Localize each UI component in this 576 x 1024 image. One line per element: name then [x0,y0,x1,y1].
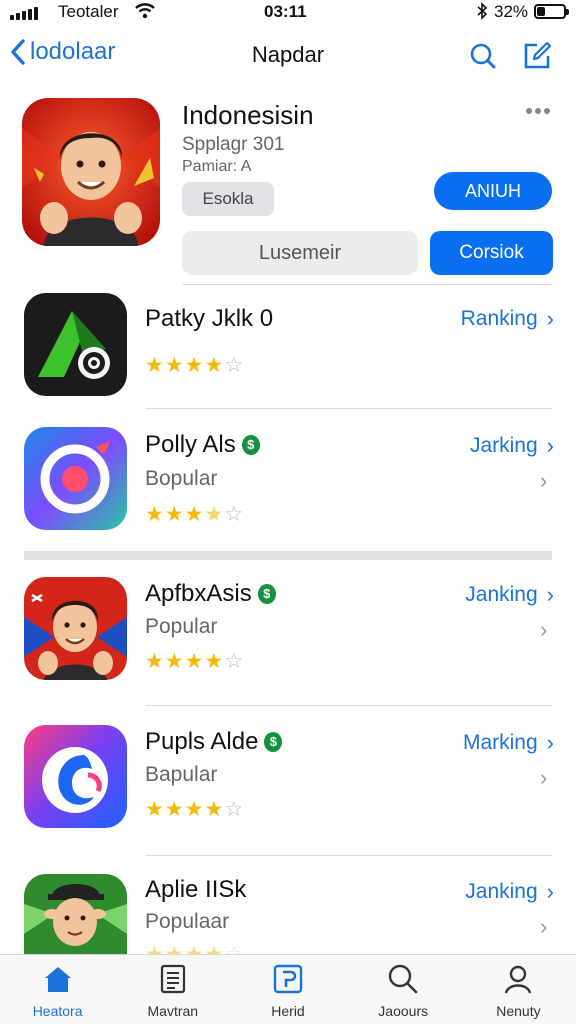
bluetooth-icon [476,2,488,25]
chevron-right-icon[interactable]: › [540,617,547,643]
battery-percent: 32% [494,2,529,21]
search-icon [389,964,418,994]
ranking-link[interactable]: Jarking › [470,433,554,459]
search-icon[interactable] [469,42,497,75]
chevron-right-icon[interactable]: › [540,468,547,494]
navigation-bar: lodolaar Napdar [0,30,576,82]
compose-icon[interactable] [521,40,553,77]
divider [182,284,552,285]
featured-app-icon[interactable] [22,98,160,246]
divider [146,705,552,706]
clock-time: 03:11 [264,2,307,21]
star-rating: ★★★★☆ [145,798,245,821]
apps-icon [273,964,303,994]
action-label: Janking [465,583,538,606]
get-button[interactable]: ANIUH [434,172,552,210]
tab-search[interactable]: Jaoours [346,955,461,1024]
app-name: Aplie IISk [145,876,247,903]
featured-app: Indonesisin Spplagr 301 Pamiar: A Esokla… [0,96,576,286]
app-name: Polly Als [145,431,236,458]
verified-badge-icon: $ [264,732,283,752]
chevron-right-icon: › [546,306,554,331]
app-icon [24,577,127,680]
battery-icon [534,4,569,19]
more-options-icon[interactable] [526,108,552,114]
secondary-button[interactable]: Lusemeir [182,231,418,275]
status-bar: Teotaler 03:11 32% [0,0,576,26]
app-icon [24,427,127,530]
ranking-link[interactable]: Janking › [465,582,554,608]
ranking-link[interactable]: Janking › [465,879,554,905]
app-name: ApfbxAsis [145,580,252,607]
ranking-link[interactable]: Marking › [463,730,554,756]
action-label: Jarking [469,434,538,457]
chevron-right-icon[interactable]: › [540,765,547,791]
star-rating: ★★★★☆ [145,354,245,377]
section-divider [24,551,552,560]
featured-app-subtitle: Spplagr 301 [182,134,285,155]
app-subtitle: Bopular [145,467,218,490]
category-tag: Esokla [182,182,274,216]
app-name: Patky Jklk 0 [145,305,274,332]
home-icon [44,967,71,992]
tab-home[interactable]: Heatora [0,955,115,1024]
battery-fill [537,7,546,16]
featured-app-name: Indonesisin [182,100,314,130]
app-icon [24,293,127,396]
divider [146,408,552,409]
tab-news[interactable]: Mavtran [115,955,230,1024]
divider [146,855,552,856]
app-subtitle: Populaar [145,910,230,933]
chevron-right-icon: › [546,730,554,755]
star-rating: ★★★★☆ [145,503,245,526]
tab-label: Jaoours [378,1003,429,1019]
tab-apps[interactable]: Herid [230,955,345,1024]
action-label: Marking [462,731,538,754]
chevron-right-icon: › [546,879,554,904]
tab-label: Herid [271,1003,305,1019]
news-icon [160,964,185,994]
primary-button[interactable]: Corsiok [430,231,553,275]
app-icon [24,874,127,954]
chevron-right-icon: › [546,582,554,607]
app-name: Pupls Alde [145,728,259,755]
star-rating: ★★★★☆ [145,650,245,673]
featured-app-meta: Pamiar: A [182,158,252,175]
app-icon [24,725,127,828]
chevron-right-icon: › [546,433,554,458]
action-label: Ranking [460,307,538,330]
chevron-right-icon[interactable]: › [540,914,547,940]
verified-badge-icon: $ [257,584,276,604]
app-subtitle: Popular [145,615,218,638]
carrier-name: Teotaler [58,2,119,21]
tab-label: Nenuty [496,1003,541,1019]
action-label: Janking [465,880,538,903]
tab-profile[interactable]: Nenuty [461,955,576,1024]
tab-bar: Heatora Mavtran Herid Jaoours Nenuty [0,954,576,1024]
person-icon [505,965,532,994]
verified-badge-icon: $ [241,435,260,455]
ranking-link[interactable]: Ranking › [461,306,554,332]
app-subtitle: Bapular [145,763,218,786]
wifi-icon [135,3,155,24]
signal-icon [10,7,38,20]
tab-label: Heatora [32,1003,83,1019]
tab-label: Mavtran [147,1003,199,1019]
